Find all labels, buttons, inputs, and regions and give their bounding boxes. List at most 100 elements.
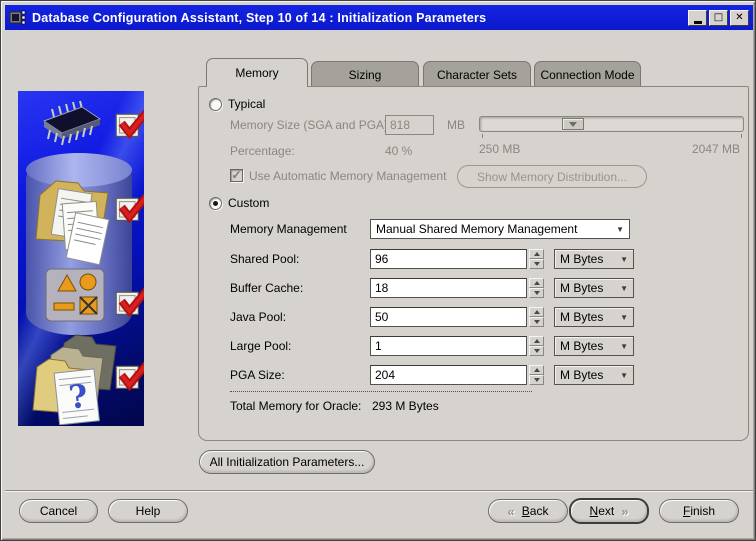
svg-text:?: ? [67, 377, 90, 417]
slider-tick-max [741, 134, 742, 138]
button-label: Cancel [40, 504, 77, 518]
next-chevron-icon: » [621, 504, 628, 519]
dropdown-arrow-icon: ▼ [620, 342, 628, 351]
spinner-up-icon [534, 368, 540, 372]
memory-slider-thumb[interactable] [562, 118, 584, 130]
unit-value: M Bytes [560, 339, 603, 353]
auto-memory-checkbox-label: Use Automatic Memory Management [249, 169, 446, 183]
typical-radio[interactable] [209, 98, 222, 111]
unit-value: M Bytes [560, 368, 603, 382]
memory-slider[interactable] [479, 116, 744, 132]
maximize-icon: □ [714, 12, 723, 23]
spinner-down-button[interactable] [529, 346, 544, 356]
spinner-down-icon [534, 291, 540, 295]
large-pool-spinner[interactable] [529, 336, 544, 356]
folder-documents-icon [26, 163, 121, 268]
slider-thumb-arrow-icon [569, 122, 577, 127]
memory-management-select[interactable]: Manual Shared Memory Management ▼ [370, 219, 630, 239]
spinner-up-button[interactable] [529, 365, 544, 375]
close-button[interactable]: ✕ [730, 10, 749, 26]
minimize-button[interactable] [688, 10, 707, 26]
unit-value: M Bytes [560, 281, 603, 295]
spinner-down-button[interactable] [529, 317, 544, 327]
shapes-panel-icon [44, 267, 108, 325]
pga-size-unit-select[interactable]: M Bytes ▼ [554, 365, 634, 385]
shared-pool-unit-select[interactable]: M Bytes ▼ [554, 249, 634, 269]
checkbox-check-icon: ✓ [231, 168, 241, 182]
memory-size-label: Memory Size (SGA and PGA): [230, 118, 391, 132]
all-initialization-parameters-button[interactable]: All Initialization Parameters... [199, 450, 375, 474]
dropdown-arrow-icon: ▼ [620, 371, 628, 380]
slider-max-label: 2047 MB [692, 142, 740, 156]
minimize-icon [694, 21, 702, 24]
folders-question-icon: ? [24, 329, 128, 425]
title-bar: Database Configuration Assistant, Step 1… [5, 5, 753, 30]
buffer-cache-unit-select[interactable]: M Bytes ▼ [554, 278, 634, 298]
tab-sizing[interactable]: Sizing [311, 61, 419, 87]
spinner-up-button[interactable] [529, 307, 544, 317]
spinner-down-icon [534, 378, 540, 382]
shared-pool-input[interactable] [370, 249, 527, 269]
pga-size-label: PGA Size: [230, 368, 285, 382]
next-button[interactable]: Next » [569, 498, 649, 524]
large-pool-label: Large Pool: [230, 339, 291, 353]
total-separator [230, 391, 532, 392]
maximize-button[interactable]: □ [709, 10, 728, 26]
tab-character-sets[interactable]: Character Sets [423, 61, 531, 87]
red-checkmark-icon [114, 187, 144, 225]
help-button[interactable]: Help [108, 499, 188, 523]
tab-label: Character Sets [437, 68, 517, 82]
pga-size-spinner[interactable] [529, 365, 544, 385]
footer-separator [5, 490, 753, 492]
pga-size-input[interactable] [370, 365, 527, 385]
large-pool-unit-select[interactable]: M Bytes ▼ [554, 336, 634, 356]
buffer-cache-input[interactable] [370, 278, 527, 298]
dropdown-arrow-icon: ▼ [620, 255, 628, 264]
memory-management-value: Manual Shared Memory Management [376, 222, 577, 236]
back-button[interactable]: « Back [488, 499, 568, 523]
button-label: Help [136, 504, 161, 518]
percentage-label: Percentage: [230, 144, 295, 158]
spinner-up-icon [534, 339, 540, 343]
java-pool-unit-select[interactable]: M Bytes ▼ [554, 307, 634, 327]
spinner-up-icon [534, 310, 540, 314]
close-icon: ✕ [735, 12, 743, 23]
spinner-down-button[interactable] [529, 259, 544, 269]
buffer-cache-spinner[interactable] [529, 278, 544, 298]
shared-pool-label: Shared Pool: [230, 252, 299, 266]
tab-strip: Memory Sizing Character Sets Connection … [198, 58, 749, 87]
spinner-up-button[interactable] [529, 336, 544, 346]
custom-radio-label: Custom [228, 196, 269, 210]
spinner-down-icon [534, 349, 540, 353]
spinner-up-icon [534, 281, 540, 285]
tab-label: Memory [235, 66, 278, 80]
large-pool-input[interactable] [370, 336, 527, 356]
red-checkmark-icon [114, 281, 144, 319]
spinner-down-button[interactable] [529, 288, 544, 298]
spinner-down-icon [534, 320, 540, 324]
step-check-4 [114, 355, 144, 393]
window-title: Database Configuration Assistant, Step 1… [32, 11, 486, 25]
red-checkmark-icon [114, 355, 144, 393]
shared-pool-spinner[interactable] [529, 249, 544, 269]
back-chevron-icon: « [508, 504, 515, 519]
spinner-down-button[interactable] [529, 375, 544, 385]
button-label: All Initialization Parameters... [210, 455, 365, 469]
tab-memory[interactable]: Memory [206, 58, 308, 87]
slider-tick-min [482, 134, 483, 138]
app-icon [9, 9, 26, 26]
red-checkmark-icon [114, 103, 144, 141]
java-pool-label: Java Pool: [230, 310, 286, 324]
dialog-window: Database Configuration Assistant, Step 1… [0, 0, 756, 541]
button-label: Back [522, 504, 549, 518]
spinner-up-button[interactable] [529, 249, 544, 259]
java-pool-spinner[interactable] [529, 307, 544, 327]
spinner-up-button[interactable] [529, 278, 544, 288]
custom-radio[interactable] [209, 197, 222, 210]
java-pool-input[interactable] [370, 307, 527, 327]
memory-tab-panel: Typical Memory Size (SGA and PGA): MB Pe… [198, 86, 749, 441]
tab-connection-mode[interactable]: Connection Mode [534, 61, 641, 87]
cancel-button[interactable]: Cancel [19, 499, 98, 523]
finish-button[interactable]: Finish [659, 499, 739, 523]
step-check-2 [114, 187, 144, 225]
